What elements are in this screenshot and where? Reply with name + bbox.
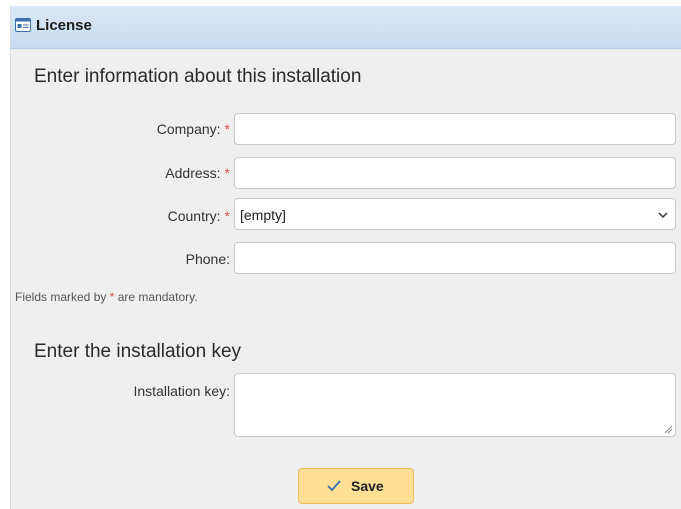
panel-header: License xyxy=(11,6,681,49)
chevron-down-icon xyxy=(658,212,668,219)
checkmark-icon xyxy=(327,480,341,492)
address-input[interactable] xyxy=(234,157,676,189)
address-label: Address: * xyxy=(165,165,230,181)
required-marker: * xyxy=(224,121,230,137)
country-select[interactable]: [empty] xyxy=(234,198,676,230)
required-marker: * xyxy=(224,208,230,224)
panel-title: License xyxy=(36,17,92,34)
resize-grip-icon[interactable] xyxy=(664,425,673,434)
installation-key-label: Installation key: xyxy=(133,383,231,399)
license-card-icon xyxy=(15,18,31,32)
license-panel: License Enter information about this ins… xyxy=(10,6,681,509)
required-marker: * xyxy=(224,165,230,181)
save-button-label: Save xyxy=(351,478,384,494)
country-label: Country: * xyxy=(167,208,230,224)
company-label: Company: * xyxy=(156,121,230,137)
phone-label: Phone: xyxy=(185,251,230,267)
installation-key-textarea[interactable] xyxy=(234,373,676,437)
installation-key-heading: Enter the installation key xyxy=(34,341,242,362)
phone-input[interactable] xyxy=(234,242,676,274)
save-button[interactable]: Save xyxy=(298,468,414,504)
country-selected-value: [empty] xyxy=(240,207,286,223)
required-marker: * xyxy=(109,290,115,304)
mandatory-fields-note: Fields marked by * are mandatory. xyxy=(15,290,198,304)
company-input[interactable] xyxy=(234,113,676,145)
installation-info-heading: Enter information about this installatio… xyxy=(34,66,362,87)
